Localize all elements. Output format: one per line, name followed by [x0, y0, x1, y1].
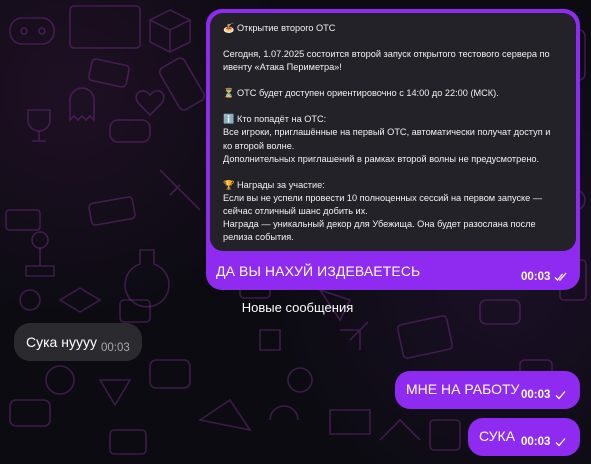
message-time: 00:03	[521, 271, 551, 283]
quoted-post-paragraph: ⏳ ОТС будет доступен ориентировочно с 14…	[223, 88, 499, 99]
quoted-post-line: сейчас отличный шанс добить их.	[223, 205, 368, 216]
message-meta: 00:03	[521, 271, 568, 283]
quoted-post-line: Награда — уникальный декор для Убежища. …	[223, 219, 536, 230]
message-text: МНЕ НА РАБОТУ	[406, 381, 520, 397]
quoted-post-heading: 🏆 Награды за участие:	[223, 179, 325, 190]
new-messages-divider: Новые сообщения	[241, 300, 354, 315]
outgoing-reply-message[interactable]: 🍝 Открытие второго ОТС Сегодня, 1.07.202…	[206, 9, 580, 290]
incoming-message[interactable]: Сука нуууу 00:03	[14, 323, 142, 361]
message-time: 00:03	[101, 342, 130, 354]
quoted-post-line: релиза события.	[223, 232, 294, 243]
quoted-post-line: ко второй волне.	[223, 140, 295, 151]
quoted-post[interactable]: 🍝 Открытие второго ОТС Сегодня, 1.07.202…	[210, 13, 576, 251]
message-time: 00:03	[521, 389, 551, 401]
single-check-icon	[555, 438, 566, 447]
quoted-post-heading: ℹ️ Кто попадёт на ОТС:	[223, 114, 327, 125]
outgoing-message[interactable]: МНЕ НА РАБОТУ 00:03	[395, 371, 580, 409]
quoted-post-line: Все игроки, приглашённые на первый ОТС, …	[223, 127, 551, 138]
message-meta: 00:03	[521, 389, 568, 401]
quoted-post-line: Дополнительных приглашений в рамках втор…	[223, 153, 540, 164]
single-check-icon	[555, 391, 566, 400]
message-time: 00:03	[521, 436, 551, 448]
outgoing-message[interactable]: СУКА 00:03	[468, 418, 580, 456]
message-text: ДА ВЫ НАХУЙ ИЗДЕВАЕТЕСЬ	[216, 263, 421, 279]
message-meta: 00:03	[521, 436, 568, 448]
message-text: Сука нуууу	[26, 334, 97, 350]
message-text: СУКА	[479, 428, 516, 444]
double-check-icon	[554, 272, 567, 281]
quoted-post-line: Если вы не успели провести 10 полноценны…	[223, 192, 543, 203]
quoted-post-title: 🍝 Открытие второго ОТС	[223, 23, 336, 33]
quoted-post-paragraph: Сегодня, 1.07.2025 состоится второй запу…	[223, 49, 553, 73]
